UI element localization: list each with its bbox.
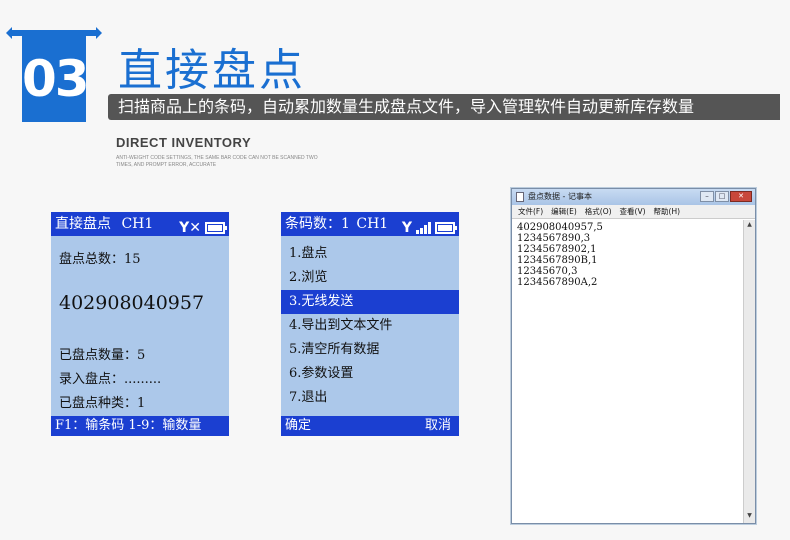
channel-label: CH1 xyxy=(356,216,389,232)
text-line: 12345670,3 xyxy=(517,266,578,277)
close-button[interactable]: ✕ xyxy=(730,191,752,202)
counted-kinds-label: 已盘点种类：1 xyxy=(59,396,146,411)
menu-view[interactable]: 查看(V) xyxy=(620,205,646,218)
total-count-label: 盘点总数：15 xyxy=(59,252,141,267)
subtitle-bar: 扫描商品上的条码，自动累加数量生成盘点文件，导入管理软件自动更新库存数量 xyxy=(108,94,780,120)
window-controls: – □ ✕ xyxy=(700,191,752,202)
notepad-text-area[interactable]: 402908040957,5 1234567890,3 12345678902,… xyxy=(512,220,743,523)
text-line: 402908040957,5 xyxy=(517,222,603,233)
signal-strength-icon xyxy=(416,222,431,234)
screen-title-bar: 条码数：1 CH1 Y xyxy=(281,212,459,236)
menu-item-clear-data[interactable]: 5.清空所有数据 xyxy=(281,338,459,362)
notepad-menu-bar: 文件(F) 编辑(E) 格式(O) 查看(V) 帮助(H) xyxy=(512,205,755,219)
text-line: 12345678902,1 xyxy=(517,244,597,255)
counted-quantity-label: 已盘点数量：5 xyxy=(59,348,146,363)
device-screen-inventory: 直接盘点 CH1 Y✕ 盘点总数：15 402908040957 已盘点数量：5… xyxy=(51,212,229,436)
menu-item-export-text[interactable]: 4.导出到文本文件 xyxy=(281,314,459,338)
status-icons: Y✕ xyxy=(179,216,227,240)
notepad-title-bar: 盘点数据 - 记事本 – □ ✕ xyxy=(512,189,755,205)
menu-file[interactable]: 文件(F) xyxy=(518,205,543,218)
screen-footer: F1：输条码 1-9：输数量 xyxy=(51,416,229,436)
screen-title: 直接盘点 xyxy=(55,216,111,232)
scroll-up-icon[interactable]: ▲ xyxy=(745,221,754,231)
scroll-down-icon[interactable]: ▼ xyxy=(745,512,754,522)
english-description: ANTI-WEIGHT CODE SETTINGS, THE SAME BAR … xyxy=(116,155,318,168)
text-line: 1234567890,3 xyxy=(517,233,591,244)
battery-icon xyxy=(205,222,227,234)
english-title: DIRECT INVENTORY xyxy=(116,135,252,150)
barcode-value: 402908040957 xyxy=(59,292,205,314)
main-menu: 1.盘点 2.浏览 3.无线发送 4.导出到文本文件 5.清空所有数据 6.参数… xyxy=(281,236,459,410)
confirm-softkey[interactable]: 确定 xyxy=(285,418,311,433)
menu-format[interactable]: 格式(O) xyxy=(585,205,612,218)
menu-item-settings[interactable]: 6.参数设置 xyxy=(281,362,459,386)
menu-item-browse[interactable]: 2.浏览 xyxy=(281,266,459,290)
maximize-button[interactable]: □ xyxy=(715,191,729,202)
cancel-softkey[interactable]: 取消 xyxy=(425,416,451,436)
section-number-badge: 03 xyxy=(6,27,102,122)
device-screen-menu: 条码数：1 CH1 Y 1.盘点 2.浏览 3.无线发送 4.导出到文本文件 5… xyxy=(281,212,459,436)
notepad-document-icon xyxy=(516,192,524,202)
notepad-title: 盘点数据 - 记事本 xyxy=(528,192,592,201)
input-count-field[interactable]: 录入盘点：......... xyxy=(59,368,161,387)
screen-footer: 确定 取消 xyxy=(281,416,459,436)
antenna-icon: Y xyxy=(401,220,412,236)
status-icons: Y xyxy=(401,216,457,240)
page-title: 直接盘点 xyxy=(118,45,306,96)
menu-item-inventory[interactable]: 1.盘点 xyxy=(281,242,459,266)
section-number: 03 xyxy=(22,36,90,122)
notepad-window: 盘点数据 - 记事本 – □ ✕ 文件(F) 编辑(E) 格式(O) 查看(V)… xyxy=(511,188,756,524)
battery-icon xyxy=(435,222,457,234)
menu-help[interactable]: 帮助(H) xyxy=(654,205,681,218)
channel-label: CH1 xyxy=(121,216,154,232)
screen-title: 条码数：1 xyxy=(285,216,350,232)
screen-title-bar: 直接盘点 CH1 Y✕ xyxy=(51,212,229,236)
antenna-no-signal-icon: Y✕ xyxy=(179,220,201,236)
text-line: 1234567890B,1 xyxy=(517,255,598,266)
minimize-button[interactable]: – xyxy=(700,191,714,202)
menu-edit[interactable]: 编辑(E) xyxy=(551,205,577,218)
menu-item-exit[interactable]: 7.退出 xyxy=(281,386,459,410)
vertical-scrollbar[interactable]: ▲ ▼ xyxy=(743,220,755,523)
menu-item-wireless-send[interactable]: 3.无线发送 xyxy=(281,290,459,314)
text-line: 1234567890A,2 xyxy=(517,277,598,288)
